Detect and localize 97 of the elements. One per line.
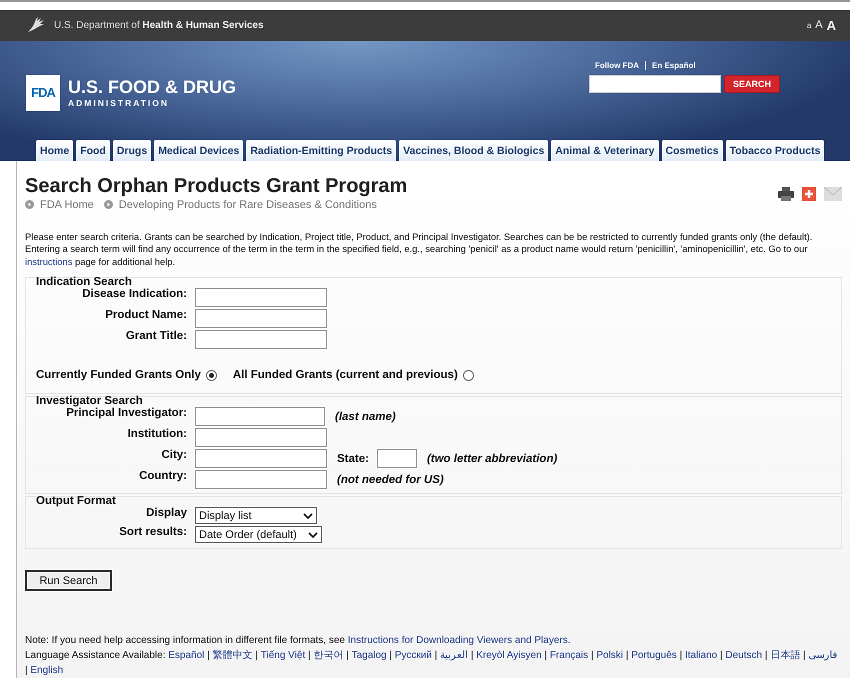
- text-size-link[interactable]: A: [826, 18, 836, 33]
- breadcrumb-link[interactable]: FDA Home: [25, 198, 94, 210]
- field-note: (two letter abbreviation): [426, 452, 558, 464]
- separator-text: |: [590, 650, 595, 661]
- separator-text: |: [719, 650, 724, 661]
- separator-text: |: [470, 650, 474, 661]
- nav-tab[interactable]: Cosmetics: [662, 140, 723, 160]
- dropdown[interactable]: Display list: [195, 507, 317, 524]
- language-link[interactable]: Polski: [596, 650, 624, 661]
- language-link[interactable]: العربية: [440, 650, 468, 661]
- header-link[interactable]: En Español: [652, 60, 696, 70]
- separator-text: |: [543, 650, 548, 661]
- page-title: Search Orphan Products Grant Program: [25, 174, 408, 198]
- separator-text: |: [307, 650, 312, 661]
- field-label: Sort results:: [118, 526, 187, 538]
- fda-logo: FDA: [26, 74, 60, 110]
- language-link[interactable]: فارسی: [808, 650, 838, 661]
- language-link[interactable]: Русский: [394, 650, 432, 661]
- field-note: (last name): [335, 410, 396, 422]
- nav-tab[interactable]: Radiation-Emitting Products: [246, 140, 396, 160]
- run-search-button[interactable]: Run Search: [25, 570, 112, 591]
- nav-tab[interactable]: Medical Devices: [154, 140, 244, 160]
- nav-tab[interactable]: Food: [76, 140, 110, 160]
- text-size-link[interactable]: a: [806, 20, 812, 30]
- language-link[interactable]: Tagalog: [352, 650, 387, 661]
- separator-text: |: [388, 650, 393, 661]
- eagle-icon: [26, 16, 46, 34]
- hhs-title: U.S. Department of Health & Human Services: [54, 20, 264, 31]
- field-note: (not needed for US): [337, 474, 444, 486]
- downloading-instructions-link[interactable]: Instructions for Downloading Viewers and Players: [348, 635, 568, 646]
- language-link[interactable]: 繁體中文: [212, 650, 253, 661]
- field-label: Disease Indication:: [81, 288, 187, 300]
- nav-tab[interactable]: Drugs: [112, 140, 152, 160]
- language-link[interactable]: 日本語: [770, 650, 800, 661]
- language-link[interactable]: 한국어: [313, 650, 344, 661]
- text-size-link[interactable]: A: [815, 19, 823, 32]
- language-link[interactable]: Español: [168, 650, 204, 661]
- text-field[interactable]: [195, 428, 327, 447]
- search-button[interactable]: SEARCH: [724, 74, 780, 92]
- field-label: Product Name:: [104, 309, 187, 321]
- field-label: Display: [145, 507, 187, 519]
- field-label: Country:: [138, 470, 187, 482]
- field-label: City:: [160, 449, 187, 461]
- mail-icon[interactable]: [824, 186, 842, 200]
- separator-text: |: [434, 650, 438, 661]
- group-legend: Output Format: [36, 495, 831, 507]
- instructions-link[interactable]: instructions: [25, 256, 72, 266]
- separator-text: |: [678, 650, 684, 661]
- separator-text: |: [25, 665, 29, 676]
- radio-button[interactable]: [206, 370, 217, 380]
- language-link[interactable]: Deutsch: [725, 650, 762, 661]
- intro-paragraph: Please enter search criteria. Grants can be searched by Indication, Project title, Product, and Principal Investigator. Searches can be be restricted to currently funded grants only (the default). Entering a search term will find any occurrence of the term in the term in the specified field, e.g., searching 'penicil' as a product name would return 'penicillin', 'aminopenicillin', etc. Go to our instructions page for additional help.: [25, 230, 814, 268]
- group-legend: Indication Search: [36, 276, 831, 288]
- language-link[interactable]: Français: [550, 650, 588, 661]
- text-field[interactable]: [195, 470, 327, 489]
- language-link[interactable]: Português: [631, 650, 677, 661]
- site-search-field[interactable]: [589, 74, 721, 92]
- nav-tab[interactable]: Vaccines, Blood & Biologics: [399, 140, 548, 160]
- text-field[interactable]: [195, 449, 327, 468]
- print-icon[interactable]: [778, 186, 794, 200]
- text-field[interactable]: [195, 407, 325, 426]
- dropdown[interactable]: Date Order (default): [195, 526, 322, 543]
- language-link[interactable]: English: [30, 665, 64, 676]
- text-field[interactable]: [195, 330, 327, 349]
- separator-text: |: [624, 650, 630, 661]
- nav-tab[interactable]: Home: [36, 140, 74, 160]
- logo-title: U.S. FOOD & DRUG: [68, 76, 236, 98]
- language-link[interactable]: Italiano: [684, 650, 718, 661]
- header-link[interactable]: Follow FDA: [595, 60, 639, 70]
- radio-button[interactable]: [462, 370, 474, 380]
- separator-text: |: [802, 650, 807, 661]
- chevron-down-icon: [303, 512, 313, 518]
- separator-text: |: [345, 650, 350, 661]
- separator-text: |: [206, 650, 211, 661]
- separator-text: |: [764, 650, 768, 661]
- group-legend: Investigator Search: [36, 395, 831, 407]
- languages-label: Language Assistance Available:: [25, 650, 166, 661]
- language-link[interactable]: Kreyòl Ayisyen: [476, 650, 542, 661]
- footer-note-end: .: [568, 635, 570, 646]
- nav-tab[interactable]: Tobacco Products: [726, 140, 824, 160]
- state-field[interactable]: [376, 449, 417, 468]
- breadcrumb-link[interactable]: Developing Products for Rare Diseases & Conditions: [104, 198, 377, 210]
- radio-label: All Funded Grants (current and previous): [232, 369, 458, 381]
- field-label: Principal Investigator:: [65, 407, 187, 419]
- field-label: State:: [337, 452, 369, 464]
- field-label: Grant Title:: [124, 330, 187, 342]
- nav-tab[interactable]: Animal & Veterinary: [551, 140, 658, 160]
- text-field[interactable]: [195, 309, 327, 328]
- text-field[interactable]: [195, 288, 327, 307]
- separator-text: |: [254, 650, 259, 661]
- plus-icon[interactable]: [802, 186, 816, 200]
- chevron-down-icon: [308, 532, 318, 538]
- footer-note: Note: If you need help accessing information in different file formats, see: [25, 635, 346, 646]
- logo-subtitle: ADMINISTRATION: [68, 98, 170, 108]
- language-link[interactable]: Tiếng Việt: [260, 650, 306, 661]
- radio-label: Currently Funded Grants Only: [36, 369, 201, 381]
- field-label: Institution:: [126, 428, 187, 440]
